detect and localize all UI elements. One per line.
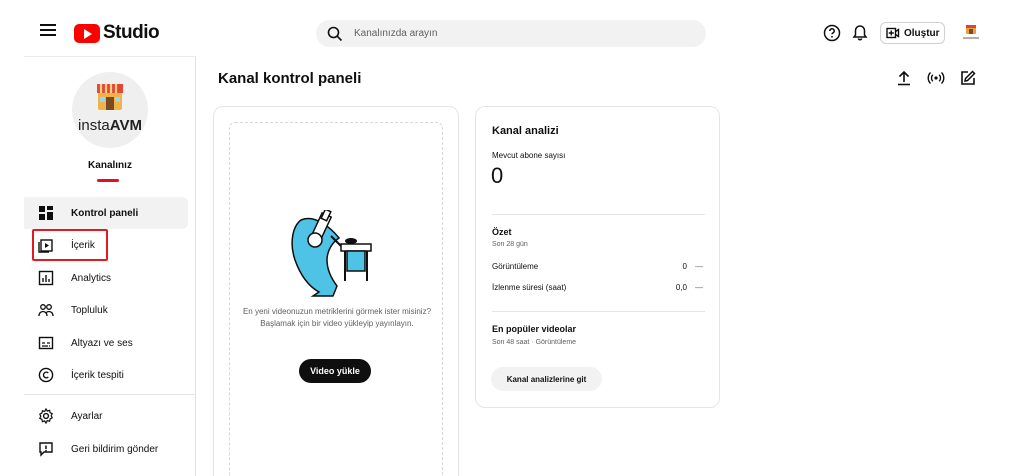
search-bar[interactable]	[316, 20, 706, 47]
upload-dropzone[interactable]	[229, 122, 443, 476]
sidebar-item-community[interactable]: Topluluk	[24, 294, 188, 326]
shop-icon	[97, 84, 123, 110]
top-bar: Studio Oluştur	[0, 0, 1012, 56]
upload-button[interactable]	[892, 66, 916, 90]
card-divider	[492, 214, 705, 215]
summary-title: Özet	[492, 227, 512, 237]
youtube-logo-icon	[74, 23, 100, 43]
go-live-button[interactable]	[924, 66, 948, 90]
sidebar-item-label: Kontrol paneli	[71, 207, 139, 219]
popular-videos-subtitle: Son 48 saat · Görüntüleme	[492, 339, 577, 346]
brand-part-b: AVM	[109, 117, 142, 134]
channel-title: Kanalınız	[88, 160, 132, 171]
metric-delta: —	[695, 283, 703, 292]
settings-icon	[39, 408, 53, 424]
card-title: Kanal analizi	[492, 125, 559, 137]
metric-value: 0	[682, 262, 687, 271]
channel-brand: instaAVM	[72, 117, 148, 134]
create-post-button[interactable]	[956, 66, 980, 90]
upload-video-button[interactable]: Video yükle	[299, 359, 371, 383]
account-avatar[interactable]	[959, 21, 983, 45]
card-divider	[492, 311, 705, 312]
summary-period: Son 28 gün	[492, 241, 528, 248]
metric-label: Görüntüleme	[492, 262, 539, 271]
sidebar-item-label: İçerik tespiti	[71, 369, 124, 381]
metric-value: 0,0	[675, 283, 687, 292]
upload-hint: En yeni videonuzun metriklerini görmek i…	[240, 306, 434, 330]
channel-avatar[interactable]: instaAVM	[72, 72, 148, 148]
sidebar-divider	[24, 394, 196, 395]
upload-icon	[898, 70, 910, 86]
sidebar: instaAVM Kanalınız Kontrol paneli İçerik…	[24, 56, 196, 476]
channel-analytics-card: Kanal analizi Mevcut abone sayısı 0 Özet…	[475, 106, 720, 408]
copyright-icon	[38, 367, 54, 383]
page-title: Kanal kontrol paneli	[218, 70, 362, 87]
go-to-analytics-button[interactable]: Kanal analizlerine git	[491, 367, 602, 391]
bell-icon[interactable]	[850, 23, 870, 43]
sidebar-item-settings[interactable]: Ayarlar	[24, 400, 188, 432]
feedback-icon	[39, 442, 53, 457]
analytics-icon	[38, 270, 54, 286]
instaavm-logo-icon	[963, 25, 979, 39]
create-button[interactable]: Oluştur	[880, 22, 945, 44]
logo-text: Studio	[103, 22, 160, 43]
highlight-annotation	[32, 229, 108, 261]
sidebar-item-subtitles[interactable]: Altyazı ve ses	[24, 327, 188, 359]
sidebar-item-analytics[interactable]: Analytics	[24, 262, 188, 294]
studio-logo[interactable]: Studio	[74, 22, 160, 44]
subscribers-count: 0	[491, 163, 504, 188]
live-icon	[927, 72, 945, 84]
community-icon	[38, 304, 54, 317]
sidebar-item-label: Analytics	[71, 272, 112, 284]
sidebar-item-label: Ayarlar	[71, 410, 103, 422]
subscribers-label: Mevcut abone sayısı	[492, 151, 566, 160]
help-icon[interactable]	[822, 23, 842, 43]
sidebar-item-label: Altyazı ve ses	[71, 337, 133, 349]
sidebar-item-copyright[interactable]: İçerik tespiti	[24, 359, 188, 391]
popular-videos-title: En popüler videolar	[492, 324, 577, 334]
metric-row-watch-time: İzlenme süresi (saat) 0,0 —	[492, 283, 705, 295]
metric-row-views: Görüntüleme 0 —	[492, 262, 705, 274]
metric-delta: —	[695, 262, 703, 271]
brand-part-a: insta	[78, 117, 110, 134]
metric-label: İzlenme süresi (saat)	[492, 283, 567, 292]
edit-icon	[961, 70, 976, 85]
dashboard-icon	[39, 206, 53, 220]
sidebar-item-feedback[interactable]: Geri bildirim gönder	[24, 433, 188, 465]
redacted-channel-name	[97, 179, 119, 182]
sidebar-item-label: Topluluk	[71, 304, 108, 316]
menu-icon[interactable]	[40, 24, 56, 36]
create-video-icon	[886, 27, 900, 39]
subtitles-icon	[38, 336, 54, 350]
search-icon[interactable]	[327, 26, 343, 42]
sidebar-item-dashboard[interactable]: Kontrol paneli	[24, 197, 188, 229]
create-label: Oluştur	[904, 27, 940, 39]
upload-hint-line1: En yeni videonuzun metriklerini görmek i…	[242, 307, 432, 316]
search-input[interactable]	[354, 28, 654, 39]
microscope-illustration	[291, 210, 372, 297]
upload-hint-line2: Başlamak için bir video yükleyip yayınla…	[260, 319, 414, 328]
sidebar-item-label: Geri bildirim gönder	[71, 443, 159, 455]
